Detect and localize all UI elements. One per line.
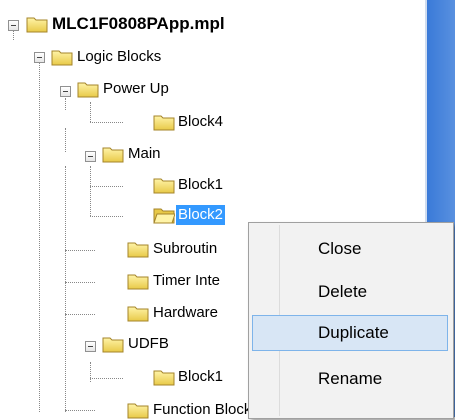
tree-line — [65, 98, 66, 110]
folder-icon — [26, 17, 48, 33]
tree-line — [90, 122, 123, 123]
tree-item-logic-blocks[interactable]: Logic Blocks — [77, 47, 161, 67]
menu-item-delete[interactable]: Delete — [252, 274, 448, 310]
folder-icon — [102, 147, 124, 163]
tree-item-udfb[interactable]: UDFB — [128, 334, 169, 354]
folder-icon — [127, 274, 149, 290]
tree-item-main[interactable]: Main — [128, 144, 161, 164]
collapse-icon[interactable] — [8, 20, 19, 31]
collapse-icon[interactable] — [34, 52, 45, 63]
tree-line — [65, 166, 66, 412]
tree-item-hardware[interactable]: Hardware — [153, 303, 218, 323]
tree-line — [90, 102, 91, 122]
tree-line — [90, 216, 123, 217]
collapse-icon[interactable] — [60, 86, 71, 97]
tree-item-block1[interactable]: Block1 — [178, 175, 223, 195]
tree-item-power-up[interactable]: Power Up — [103, 79, 169, 99]
collapse-icon[interactable] — [85, 151, 96, 162]
tree-line — [90, 362, 91, 382]
tree-item-subroutines[interactable]: Subroutin — [153, 239, 217, 259]
folder-icon — [51, 50, 73, 66]
tree-line — [65, 410, 95, 411]
collapse-icon[interactable] — [85, 341, 96, 352]
folder-icon — [127, 242, 149, 258]
folder-icon — [127, 403, 149, 419]
folder-icon — [153, 178, 175, 194]
tree-item-block4[interactable]: Block4 — [178, 112, 223, 132]
tree-item-root[interactable]: MLC1F0808PApp.mpl — [52, 14, 225, 34]
tree-line — [90, 186, 123, 187]
menu-item-rename[interactable]: Rename — [252, 361, 448, 397]
tree-item-udfb-block[interactable]: Block1 — [178, 367, 223, 387]
tree-line — [65, 282, 95, 283]
tree-line — [65, 314, 95, 315]
tree-line — [90, 166, 91, 216]
folder-icon — [127, 306, 149, 322]
open-folder-icon — [153, 208, 175, 224]
tree-line — [65, 128, 66, 152]
tree-line — [39, 62, 40, 412]
menu-item-close[interactable]: Close — [252, 231, 448, 267]
tree-line — [90, 378, 123, 379]
tree-line — [13, 30, 14, 40]
folder-icon — [102, 337, 124, 353]
context-menu: Close Delete Duplicate Rename — [248, 222, 454, 419]
tree-line — [65, 250, 95, 251]
tree-item-timer-interrupts[interactable]: Timer Inte — [153, 271, 220, 291]
menu-item-duplicate[interactable]: Duplicate — [252, 315, 448, 351]
folder-icon — [153, 370, 175, 386]
tree-item-block2[interactable]: Block2 — [176, 205, 226, 225]
folder-icon — [153, 115, 175, 131]
folder-icon — [77, 82, 99, 98]
